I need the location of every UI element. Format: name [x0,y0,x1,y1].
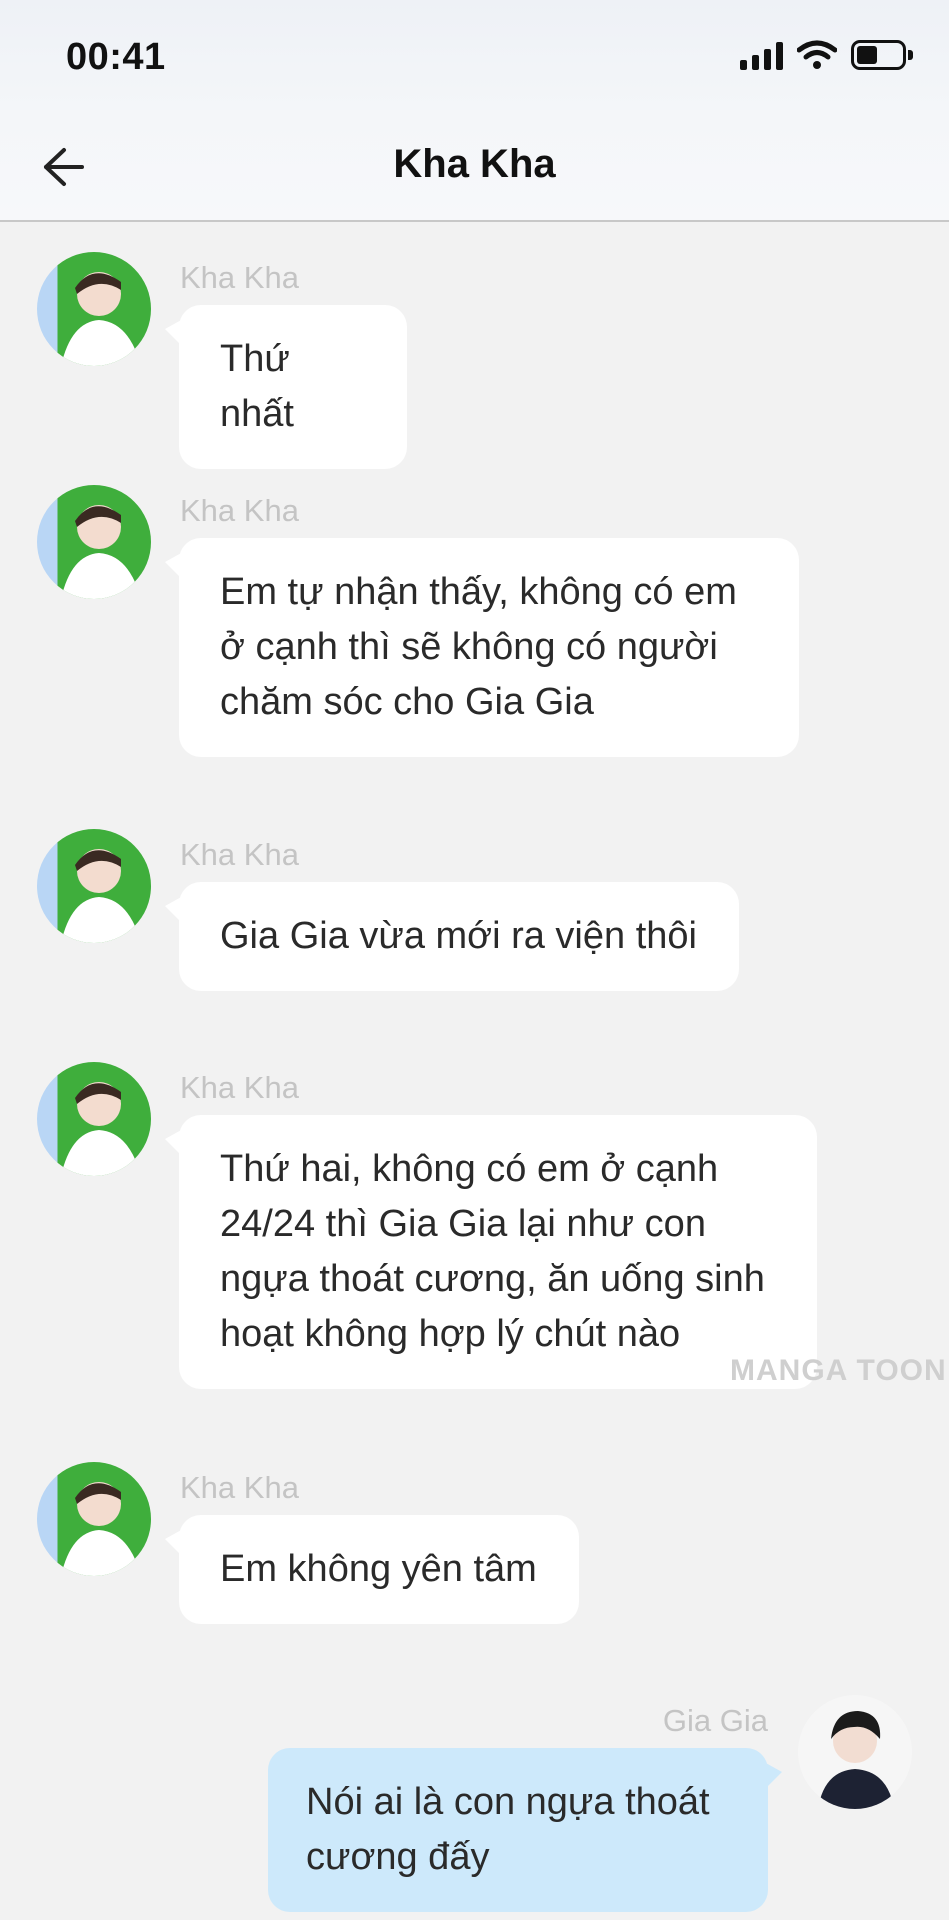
sender-name: Kha Kha [180,493,299,528]
status-icons [740,40,913,70]
sender-name: Gia Gia [662,1703,768,1738]
chat-header: Kha Kha [0,112,949,222]
avatar[interactable] [37,1062,151,1176]
message-line: 24/24 thì Gia Gia lại như con [220,1203,706,1245]
avatar[interactable] [37,485,151,599]
avatar[interactable] [37,1462,151,1576]
avatar[interactable] [37,252,151,366]
message-line: Em không yên tâm [220,1548,537,1590]
status-time: 00:41 [66,36,166,78]
message-bubble[interactable]: Nói ai là con ngựa thoát cương đấy [268,1748,782,1912]
message-bubble[interactable]: Gia Gia vừa mới ra viện thôi [165,882,739,991]
avatar[interactable] [798,1695,912,1809]
message-bubble[interactable]: Thứ nhất [165,305,407,469]
sender-name: Kha Kha [180,1070,299,1105]
message-bubble[interactable]: Em không yên tâm [165,1515,579,1624]
signal-icon [740,40,783,70]
message-bubble[interactable]: Thứ hai, không có em ở cạnh 24/24 thì Gi… [165,1115,817,1389]
message-bubble[interactable]: Em tự nhận thấy, không có em ở cạnh thì … [165,538,799,757]
message-line: Nói ai là con ngựa thoát [306,1781,710,1823]
message-line: ở cạnh thì sẽ không có người [220,626,718,668]
message-line: Em tự nhận thấy, không có em [220,571,737,613]
message-line: hoạt không hợp lý chút nào [220,1313,681,1355]
message-line: Thứ nhất [220,338,294,435]
chat-title: Kha Kha [393,142,556,186]
message-line: ngựa thoát cương, ăn uống sinh [220,1258,765,1300]
battery-icon [851,40,913,70]
avatar[interactable] [37,829,151,943]
message-line: cương đấy [306,1836,490,1878]
sender-name: Kha Kha [180,837,299,872]
sender-name: Kha Kha [180,1470,299,1505]
message-line: Thứ hai, không có em ở cạnh [220,1148,719,1190]
wifi-icon [797,40,837,69]
watermark-logo: MANGA TOON [730,1354,947,1387]
message-line: chăm sóc cho Gia Gia [220,681,594,723]
message-line: Gia Gia vừa mới ra viện thôi [220,915,697,957]
status-bar: 00:41 [0,0,949,112]
sender-name: Kha Kha [180,260,299,295]
